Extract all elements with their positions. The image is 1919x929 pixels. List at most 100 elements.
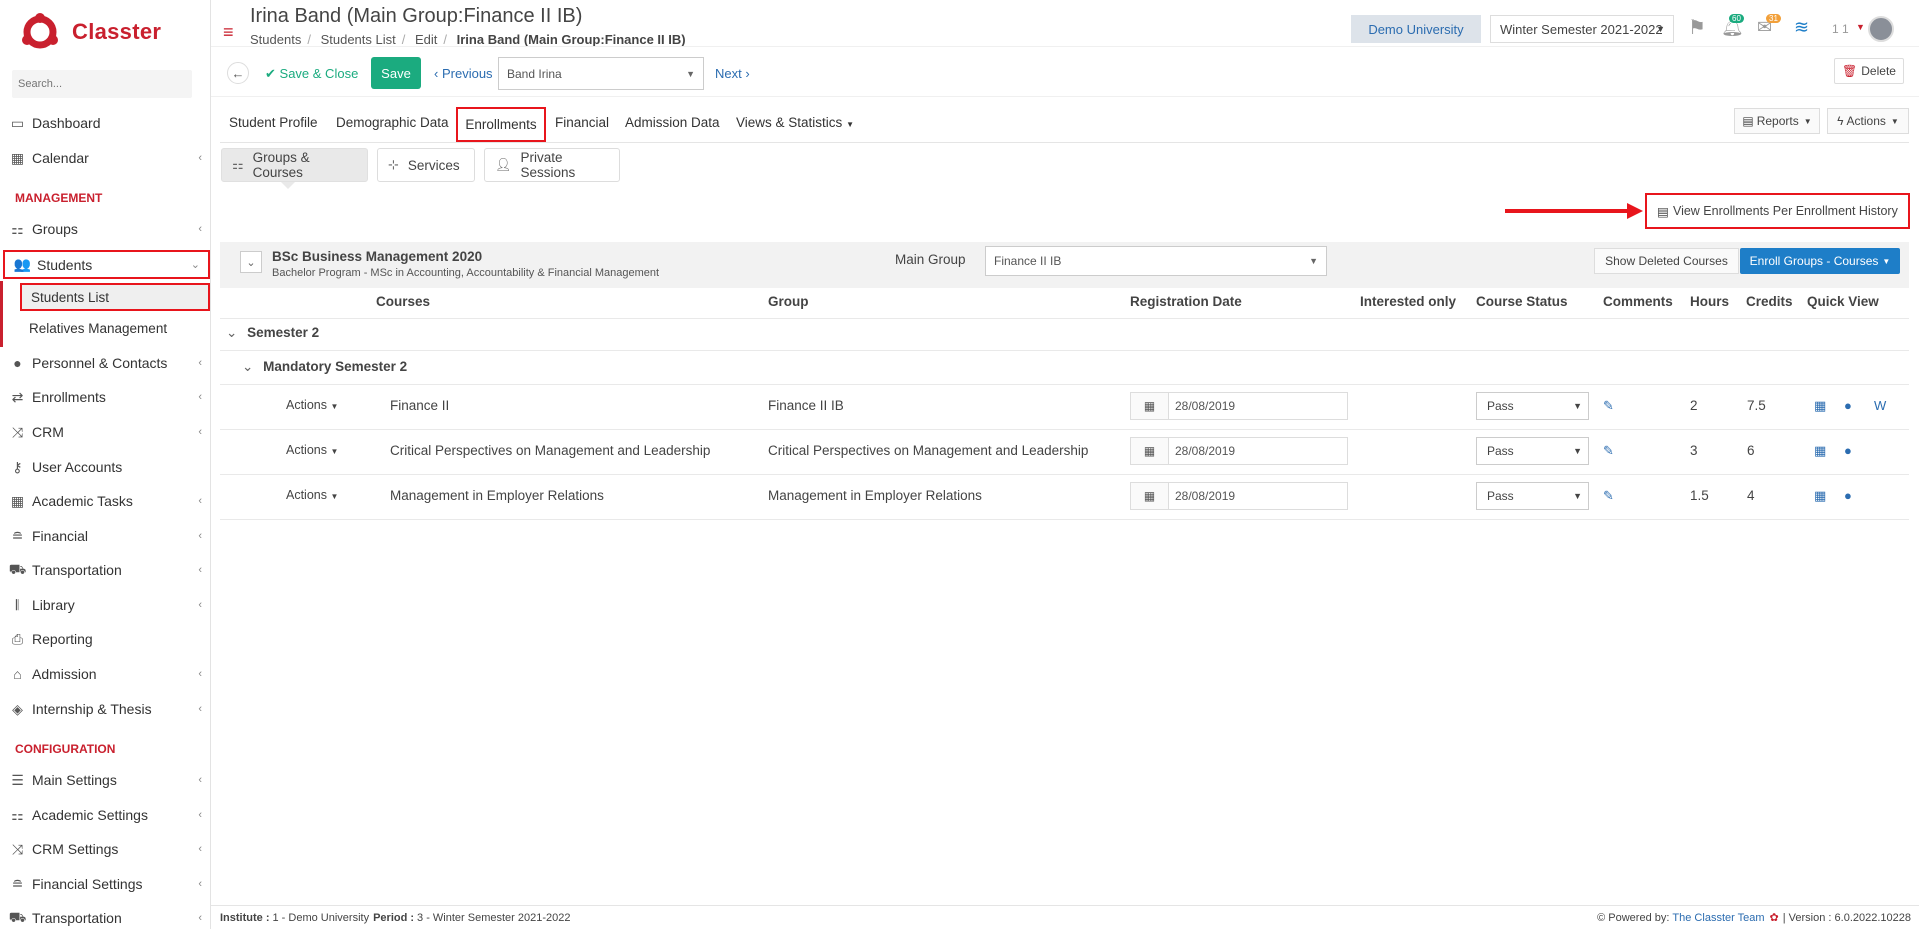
classter-team-link[interactable]: The Classter Team — [1672, 912, 1764, 924]
sliders-icon: ☰ — [11, 771, 24, 788]
file-icon: ▤ — [1742, 114, 1754, 128]
user-icon[interactable]: ● — [1844, 443, 1852, 458]
breadcrumb-item[interactable]: Edit — [415, 32, 437, 47]
course-link[interactable]: Finance II — [390, 398, 449, 413]
sidebar-search-input[interactable] — [12, 70, 192, 98]
subtab-services[interactable]: ⊹ Services — [377, 148, 475, 182]
sidebar-item-personnel[interactable]: ● Personnel & Contacts ‹ — [0, 349, 210, 377]
delete-button[interactable]: 🗑︎ Delete — [1834, 58, 1904, 84]
sidebar-item-transportation[interactable]: ⛟ Transportation ‹ — [0, 556, 210, 584]
record-select[interactable]: Band Irina ▼ — [498, 57, 704, 90]
sidebar-item-academic-settings[interactable]: ⚏ Academic Settings ‹ — [0, 801, 210, 829]
group-cell: Management in Employer Relations — [768, 488, 982, 503]
row-actions-dropdown[interactable]: Actions ▼ — [286, 398, 338, 412]
sidebar-item-groups[interactable]: ⚏ Groups ‹ — [0, 215, 210, 243]
active-pointer — [281, 182, 295, 189]
breadcrumb-item[interactable]: Students List — [321, 32, 396, 47]
save-button[interactable]: Save — [371, 57, 421, 89]
sidebar-item-enrollments[interactable]: ⇄ Enrollments ‹ — [0, 383, 210, 411]
chevron-left-icon: ‹ — [198, 152, 202, 164]
registration-date-input[interactable]: ▦ 28/08/2019 — [1130, 392, 1348, 420]
subgroup-row[interactable]: ⌄ Mandatory Semester 2 — [242, 359, 407, 375]
version-label: | Version : 6.0.2022.10228 — [1782, 911, 1911, 924]
row-actions-dropdown[interactable]: Actions ▼ — [286, 443, 338, 457]
chevron-left-icon: ‹ — [198, 223, 202, 235]
user-icon[interactable]: ● — [1844, 398, 1852, 413]
sidebar-item-dashboard[interactable]: ▭ Dashboard — [0, 109, 210, 137]
semester-group-row[interactable]: ⌄ Semester 2 — [226, 325, 319, 341]
sidebar-item-calendar[interactable]: ▦ Calendar ‹ — [0, 144, 210, 172]
edit-comment-icon[interactable]: ✎ — [1603, 443, 1614, 459]
course-status-select[interactable]: Pass ▼ — [1476, 482, 1589, 510]
main-group-select[interactable]: Finance II IB ▼ — [985, 246, 1327, 276]
caret-down-icon: ▼ — [1573, 491, 1582, 501]
classter-logo[interactable]: Classter — [20, 10, 161, 54]
calendar-icon[interactable]: ▦ — [1131, 483, 1169, 509]
sidebar-item-academic-tasks[interactable]: ▦ Academic Tasks ‹ — [0, 487, 210, 515]
sidebar-item-reporting[interactable]: ⎙ Reporting — [0, 625, 210, 653]
sidebar-item-library[interactable]: 𝄃 Library ‹ — [0, 591, 210, 619]
view-enrollment-history-button[interactable]: ▤ View Enrollments Per Enrollment Histor… — [1645, 193, 1910, 229]
edit-comment-icon[interactable]: ✎ — [1603, 488, 1614, 504]
status-value: Pass — [1487, 444, 1514, 458]
show-deleted-courses-button[interactable]: Show Deleted Courses — [1594, 248, 1739, 274]
enroll-groups-courses-button[interactable]: Enroll Groups - Courses ▼ — [1740, 248, 1900, 274]
row-actions-dropdown[interactable]: Actions ▼ — [286, 488, 338, 502]
sidebar-item-relatives-management[interactable]: Relatives Management — [20, 314, 210, 342]
breadcrumb-item[interactable]: Students — [250, 32, 301, 47]
calendar-icon[interactable]: ▦ — [1814, 443, 1826, 459]
breadcrumb-current: Irina Band (Main Group:Finance II IB) — [456, 32, 686, 47]
next-button[interactable]: Next › — [715, 66, 750, 81]
course-status-select[interactable]: Pass ▼ — [1476, 392, 1589, 420]
caret-down-icon[interactable]: ▼ — [1856, 22, 1865, 32]
course-link[interactable]: Management in Employer Relations — [390, 488, 604, 503]
user-icon[interactable]: ● — [1844, 488, 1852, 503]
sidebar-item-admission[interactable]: ⌂ Admission ‹ — [0, 660, 210, 688]
collapse-program-button[interactable]: ⌄ — [240, 251, 262, 273]
institution-button[interactable]: Demo University — [1351, 15, 1481, 43]
semester-label: Semester 2 — [247, 325, 320, 340]
sidebar-item-students[interactable]: 👥 Students ⌄ — [3, 250, 210, 279]
avatar[interactable] — [1868, 16, 1894, 42]
sidebar-item-transportation-settings[interactable]: ⛟ Transportation ‹ — [0, 904, 210, 929]
registration-date-input[interactable]: ▦ 28/08/2019 — [1130, 482, 1348, 510]
subtab-groups-courses[interactable]: ⚏ Groups & Courses — [221, 148, 368, 182]
registration-date-input[interactable]: ▦ 28/08/2019 — [1130, 437, 1348, 465]
period-select[interactable]: Winter Semester 2021-2022 ▼ — [1490, 15, 1674, 43]
sidebar-item-financial-settings[interactable]: ≘ Financial Settings ‹ — [0, 870, 210, 898]
tab-financial[interactable]: Financial — [555, 115, 609, 130]
layers-icon[interactable]: ≋ — [1794, 17, 1809, 38]
w-link[interactable]: W — [1874, 398, 1886, 413]
course-link[interactable]: Critical Perspectives on Management and … — [390, 443, 710, 458]
sidebar-item-main-settings[interactable]: ☰ Main Settings ‹ — [0, 766, 210, 794]
back-button[interactable]: ← — [227, 62, 249, 84]
main-group-value: Finance II IB — [994, 254, 1062, 268]
tab-student-profile[interactable]: Student Profile — [229, 115, 318, 130]
sidebar-item-internship[interactable]: ◈ Internship & Thesis ‹ — [0, 695, 210, 723]
sidebar-item-financial[interactable]: ≘ Financial ‹ — [0, 522, 210, 550]
sidebar-item-crm[interactable]: ⤨ CRM ‹ — [0, 418, 210, 446]
calendar-icon[interactable]: ▦ — [1131, 393, 1169, 419]
hamburger-menu-icon[interactable]: ≡ — [223, 22, 234, 43]
tab-views-statistics[interactable]: Views & Statistics ▼ — [736, 115, 854, 130]
flag-icon[interactable]: ⚑ — [1688, 15, 1706, 40]
chevron-left-icon: ‹ — [198, 774, 202, 786]
sidebar-item-students-list[interactable]: Students List — [20, 283, 210, 311]
column-header-courses: Courses — [376, 294, 431, 309]
tab-demographic-data[interactable]: Demographic Data — [336, 115, 449, 130]
reports-dropdown[interactable]: ▤ Reports ▼ — [1734, 108, 1820, 134]
edit-comment-icon[interactable]: ✎ — [1603, 398, 1614, 414]
calendar-icon[interactable]: ▦ — [1131, 438, 1169, 464]
sidebar-item-user-accounts[interactable]: ⚷ User Accounts — [0, 453, 210, 481]
previous-button[interactable]: ‹ Previous — [434, 66, 493, 81]
tab-admission-data[interactable]: Admission Data — [625, 115, 720, 130]
course-status-select[interactable]: Pass ▼ — [1476, 437, 1589, 465]
sidebar-item-crm-settings[interactable]: ⤨ CRM Settings ‹ — [0, 835, 210, 863]
actions-dropdown[interactable]: ϟ Actions ▼ — [1827, 108, 1909, 134]
calendar-icon[interactable]: ▦ — [1814, 398, 1826, 414]
subtab-private-sessions[interactable]: 👤︎ Private Sessions — [484, 148, 620, 182]
calendar-icon[interactable]: ▦ — [1814, 488, 1826, 504]
tab-enrollments[interactable]: Enrollments — [456, 107, 546, 142]
user-label[interactable]: 1 1 — [1832, 22, 1849, 36]
save-close-button[interactable]: ✔ Save & Close — [265, 66, 358, 82]
